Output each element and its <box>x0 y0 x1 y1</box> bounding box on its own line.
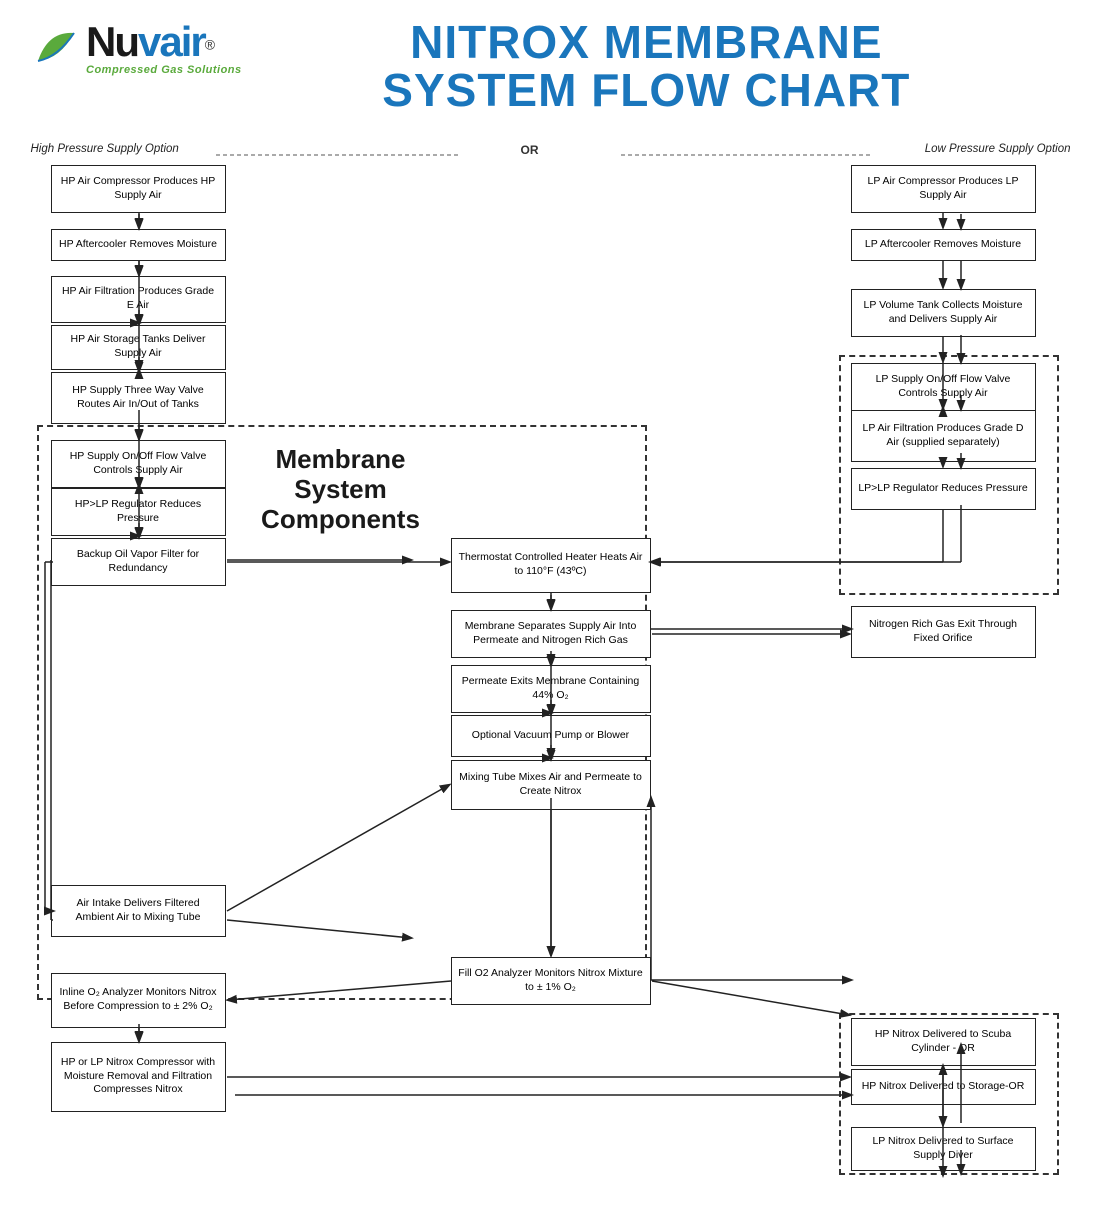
page: Nuvair® Compressed Gas Solutions NITROX … <box>0 0 1101 1200</box>
box-hp2: HP Aftercooler Removes Moisture <box>51 229 226 261</box>
box-hp10: Inline O₂ Analyzer Monitors Nitrox Befor… <box>51 973 226 1028</box>
box-hp7: HP>LP Regulator Reduces Pressure <box>51 488 226 536</box>
box-hp6: HP Supply On/Off Flow Valve Controls Sup… <box>51 440 226 488</box>
box-rp4: LP Supply On/Off Flow Valve Controls Sup… <box>851 363 1036 411</box>
title-line1: NITROX MEMBRANE <box>242 18 1051 66</box>
box-hp1: HP Air Compressor Produces HP Supply Air <box>51 165 226 213</box>
box-mc3: Permeate Exits Membrane Containing 44% O… <box>451 665 651 713</box>
supply-left-label: High Pressure Supply Option <box>31 143 179 155</box>
logo-vair: vair <box>138 18 205 65</box>
box-rp1: LP Air Compressor Produces LP Supply Air <box>851 165 1036 213</box>
logo: Nuvair® Compressed Gas Solutions <box>30 18 242 76</box>
box-hp3: HP Air Filtration Produces Grade E Air <box>51 276 226 323</box>
supply-right-label: Low Pressure Supply Option <box>925 143 1071 155</box>
logo-leaf-icon <box>30 21 82 73</box>
box-mc6: Fill O2 Analyzer Monitors Nitrox Mixture… <box>451 957 651 1005</box>
box-rp7: Nitrogen Rich Gas Exit Through Fixed Ori… <box>851 606 1036 658</box>
logo-nu: Nu <box>86 18 138 65</box>
membrane-system-label: Membrane System Components <box>261 445 420 535</box>
box-hp9: Air Intake Delivers Filtered Ambient Air… <box>51 885 226 937</box>
membrane-label-area: Membrane System Components <box>251 425 431 555</box>
box-hp8: Backup Oil Vapor Filter for Redundancy <box>51 538 226 586</box>
box-mc5: Mixing Tube Mixes Air and Permeate to Cr… <box>451 760 651 810</box>
box-rp8: HP Nitrox Delivered to Scuba Cylinder - … <box>851 1018 1036 1066</box>
box-rp10: LP Nitrox Delivered to Surface Supply Di… <box>851 1127 1036 1171</box>
box-hp11: HP or LP Nitrox Compressor with Moisture… <box>51 1042 226 1112</box>
logo-area: Nuvair® Compressed Gas Solutions <box>30 18 242 76</box>
box-rp5: LP Air Filtration Produces Grade D Air (… <box>851 410 1036 462</box>
header: Nuvair® Compressed Gas Solutions NITROX … <box>30 18 1071 115</box>
box-mc2: Membrane Separates Supply Air Into Perme… <box>451 610 651 658</box>
box-rp2: LP Aftercooler Removes Moisture <box>851 229 1036 261</box>
title-area: NITROX MEMBRANE SYSTEM FLOW CHART <box>242 18 1071 115</box>
main-title: NITROX MEMBRANE SYSTEM FLOW CHART <box>242 18 1051 115</box>
title-line2: SYSTEM FLOW CHART <box>242 66 1051 114</box>
box-rp3: LP Volume Tank Collects Moisture and Del… <box>851 289 1036 337</box>
logo-tagline: Compressed Gas Solutions <box>86 64 242 76</box>
logo-text: Nuvair® Compressed Gas Solutions <box>86 18 242 76</box>
box-rp9: HP Nitrox Delivered to Storage-OR <box>851 1069 1036 1105</box>
box-rp6: LP>LP Regulator Reduces Pressure <box>851 468 1036 510</box>
logo-reg: ® <box>205 37 215 53</box>
supply-or-label: OR <box>521 143 539 157</box>
box-hp5: HP Supply Three Way Valve Routes Air In/… <box>51 372 226 424</box>
box-mc4: Optional Vacuum Pump or Blower <box>451 715 651 757</box>
box-mc1: Thermostat Controlled Heater Heats Air t… <box>451 538 651 593</box>
box-hp4: HP Air Storage Tanks Deliver Supply Air <box>51 325 226 370</box>
